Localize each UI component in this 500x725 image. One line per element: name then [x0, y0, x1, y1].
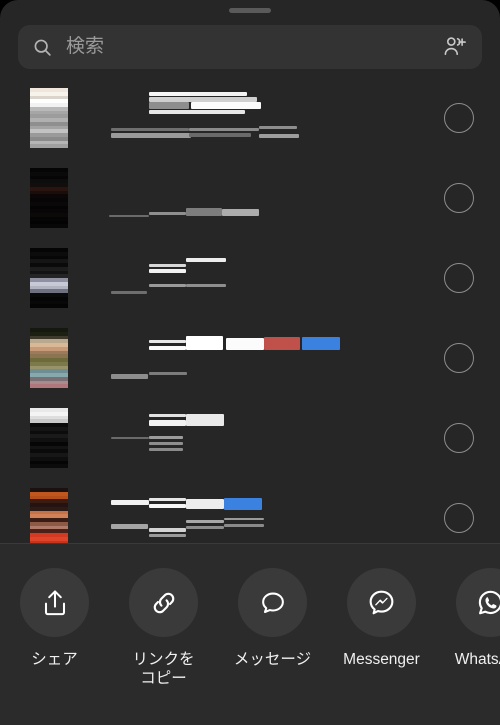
- avatar: [30, 408, 68, 468]
- contact-row[interactable]: [0, 398, 500, 478]
- drag-handle[interactable]: [229, 7, 271, 13]
- contact-name-redacted: [101, 168, 444, 228]
- search-bar[interactable]: [18, 25, 482, 69]
- emoji-badge: [302, 337, 340, 350]
- select-checkbox[interactable]: [444, 423, 474, 453]
- contact-row[interactable]: [0, 318, 500, 398]
- contact-row[interactable]: [0, 478, 500, 543]
- share-upload-icon[interactable]: [20, 568, 89, 637]
- contact-name-redacted: [101, 488, 444, 543]
- message-bubble-icon[interactable]: [238, 568, 307, 637]
- action-whatsapp[interactable]: WhatsApp: [436, 568, 500, 669]
- emoji-badge: [264, 337, 300, 350]
- contact-list[interactable]: [0, 78, 500, 543]
- search-input[interactable]: [64, 35, 434, 59]
- avatar: [30, 488, 68, 543]
- link-icon[interactable]: [129, 568, 198, 637]
- contact-row[interactable]: [0, 78, 500, 158]
- contact-row[interactable]: [0, 158, 500, 238]
- select-checkbox[interactable]: [444, 503, 474, 533]
- action-label: メッセージ: [233, 651, 312, 668]
- action-label: Messenger: [343, 651, 420, 668]
- avatar: [30, 248, 68, 308]
- avatar: [30, 328, 68, 388]
- action-message-bubble[interactable]: メッセージ: [218, 568, 327, 669]
- add-people-icon[interactable]: [442, 34, 468, 60]
- select-checkbox[interactable]: [444, 183, 474, 213]
- action-label: WhatsApp: [454, 651, 500, 668]
- action-link[interactable]: リンクを コピー: [109, 568, 218, 688]
- action-bar[interactable]: シェア リンクを コピー メッセージ Messenger WhatsApp: [0, 544, 500, 725]
- select-checkbox[interactable]: [444, 103, 474, 133]
- avatar: [30, 168, 68, 228]
- avatar: [30, 88, 68, 148]
- contact-name-redacted: [101, 88, 444, 148]
- action-share-upload[interactable]: シェア: [0, 568, 109, 669]
- emoji-badge: [224, 498, 262, 510]
- select-checkbox[interactable]: [444, 343, 474, 373]
- messenger-icon[interactable]: [347, 568, 416, 637]
- whatsapp-icon[interactable]: [456, 568, 500, 637]
- search-icon: [34, 39, 51, 56]
- share-sheet: シェア リンクを コピー メッセージ Messenger WhatsApp: [0, 0, 500, 725]
- contact-name-redacted: [101, 408, 444, 468]
- search-row: [0, 20, 500, 69]
- action-label: シェア: [31, 651, 78, 668]
- select-checkbox[interactable]: [444, 263, 474, 293]
- contact-name-redacted: [101, 248, 444, 308]
- drag-handle-area[interactable]: [0, 0, 500, 20]
- contact-name-redacted: [101, 328, 444, 388]
- action-messenger[interactable]: Messenger: [327, 568, 436, 669]
- action-label: リンクを コピー: [132, 651, 195, 687]
- contact-row[interactable]: [0, 238, 500, 318]
